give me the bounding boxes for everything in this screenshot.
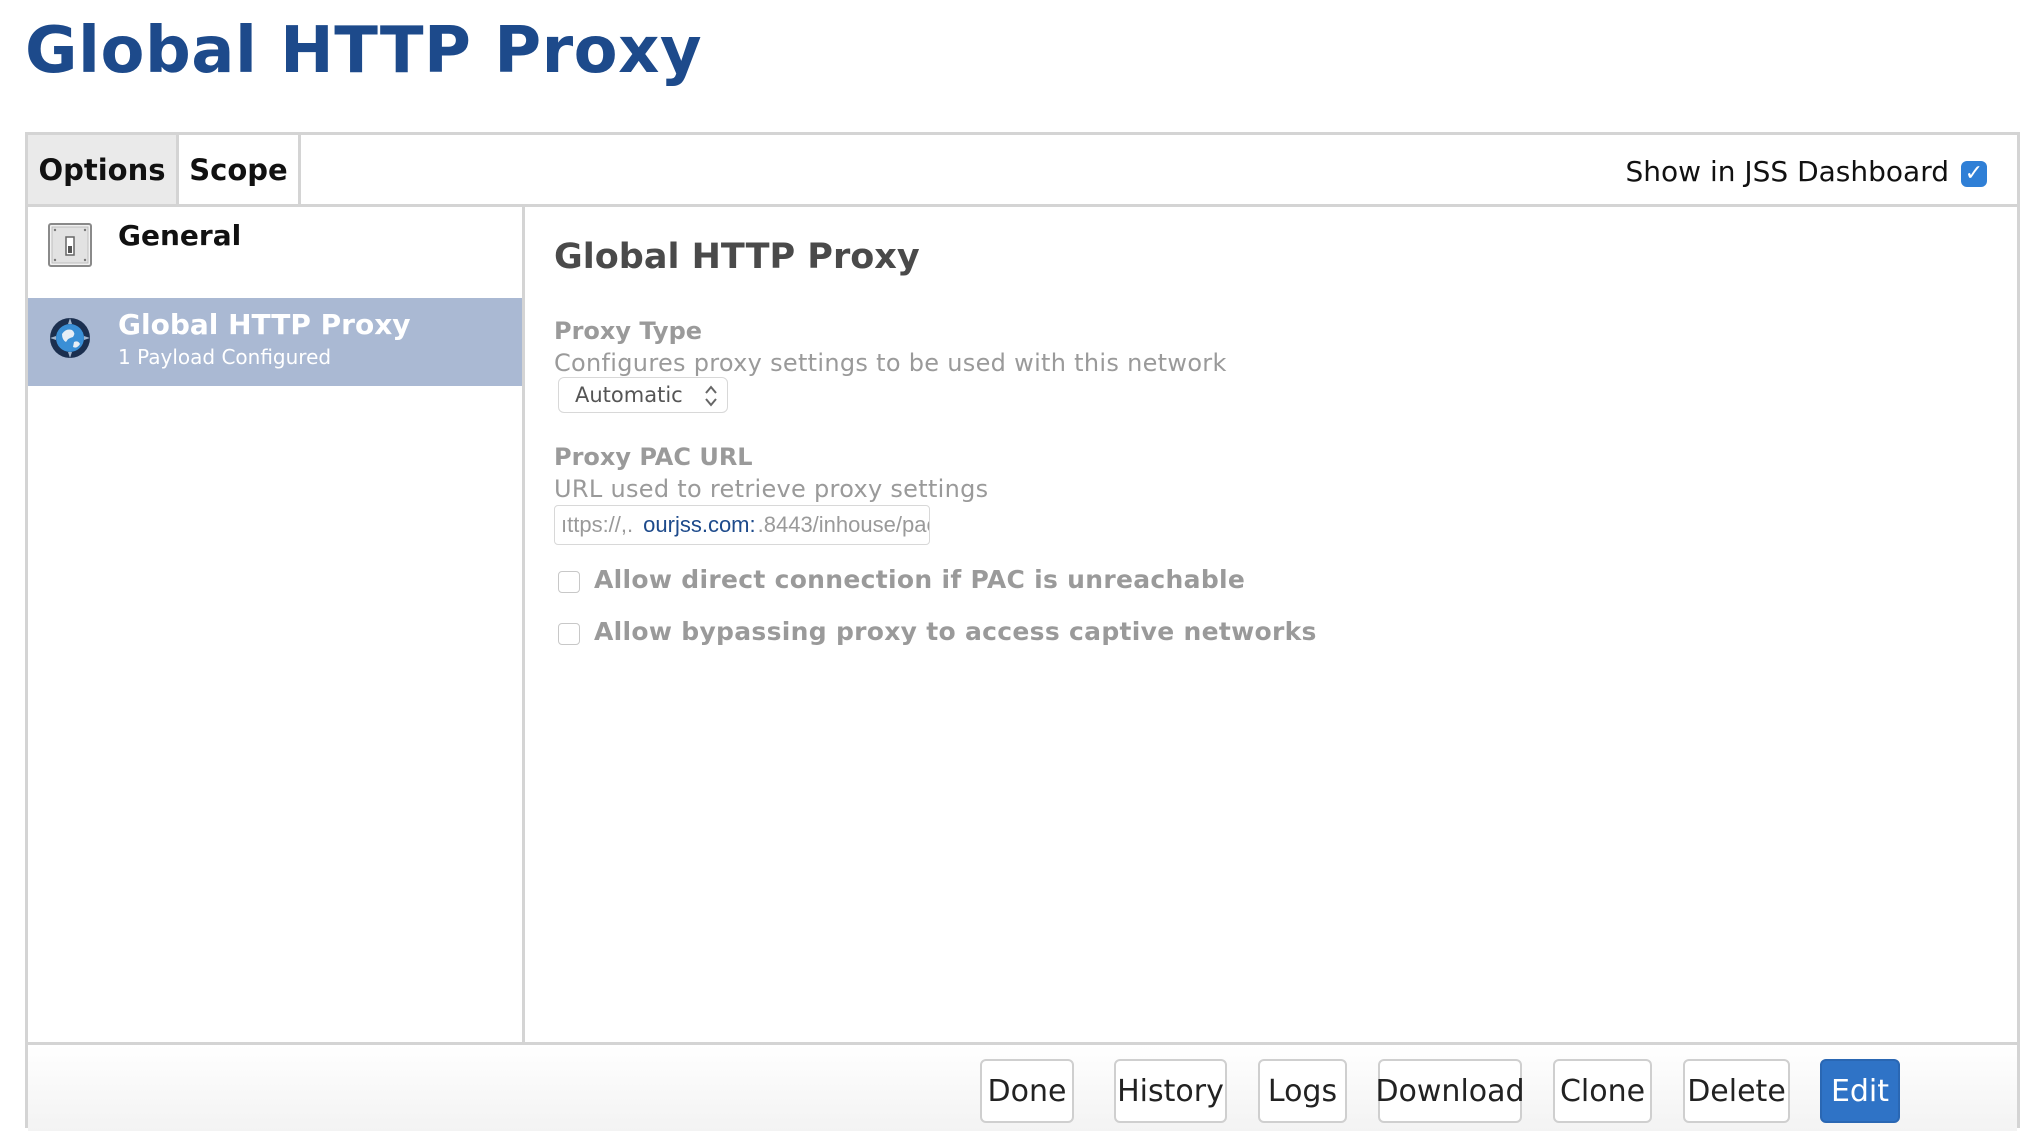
page-title: Global HTTP Proxy (25, 14, 703, 88)
payload-heading: Global HTTP Proxy (554, 237, 920, 277)
url-value-end: .8443/inhouse/pac.js (757, 512, 929, 537)
tab-bar: Options Scope Show in JSS Dashboard ✓ (28, 135, 2017, 207)
switch-icon (48, 223, 92, 267)
show-in-dashboard-label: Show in JSS Dashboard (1625, 155, 1950, 188)
proxy-pac-url-description: URL used to retrieve proxy settings (554, 475, 989, 503)
delete-button[interactable]: Delete (1683, 1059, 1790, 1123)
clone-button[interactable]: Clone (1553, 1059, 1652, 1123)
payload-content: Global HTTP Proxy Proxy Type Configures … (525, 207, 2017, 1042)
show-in-dashboard-checkbox[interactable]: ✓ (1961, 161, 1987, 187)
allow-bypass-label: Allow bypassing proxy to access captive … (594, 617, 1317, 646)
allow-direct-connection-label: Allow direct connection if PAC is unreac… (594, 565, 1246, 594)
url-value-middle: ourjss.com: (641, 512, 758, 538)
up-down-chevron-icon (705, 385, 717, 407)
done-button[interactable]: Done (980, 1059, 1074, 1123)
proxy-type-description: Configures proxy settings to be used wit… (554, 349, 1227, 377)
allow-bypass-row[interactable]: Allow bypassing proxy to access captive … (558, 617, 1317, 646)
payload-sidebar: General Global HTTP Proxy 1 Payload Conf… (28, 207, 525, 1042)
proxy-type-select[interactable]: Automatic (558, 377, 728, 413)
edit-button[interactable]: Edit (1820, 1059, 1900, 1123)
url-value-start: ıttps://,. (561, 512, 634, 537)
sidebar-item-subtitle: 1 Payload Configured (118, 345, 332, 369)
history-button[interactable]: History (1114, 1059, 1227, 1123)
sidebar-item-global-http-proxy[interactable]: Global HTTP Proxy 1 Payload Configured (28, 298, 522, 386)
proxy-type-value: Automatic (575, 383, 683, 407)
action-bar: Done History Logs Download Clone Delete … (28, 1042, 2017, 1131)
allow-direct-connection-checkbox[interactable] (558, 570, 580, 593)
proxy-type-label: Proxy Type (554, 317, 703, 345)
allow-bypass-checkbox[interactable] (558, 622, 580, 645)
allow-direct-connection-row[interactable]: Allow direct connection if PAC is unreac… (558, 565, 1245, 594)
tab-scope[interactable]: Scope (179, 135, 301, 204)
globe-icon (50, 318, 90, 358)
sidebar-item-general[interactable]: General (28, 207, 522, 295)
profile-panel: Options Scope Show in JSS Dashboard ✓ Ge… (25, 132, 2020, 1131)
logs-button[interactable]: Logs (1258, 1059, 1347, 1123)
tab-options[interactable]: Options (28, 135, 179, 204)
download-button[interactable]: Download (1375, 1059, 1525, 1123)
proxy-pac-url-label: Proxy PAC URL (554, 443, 753, 471)
proxy-pac-url-input[interactable]: ıttps://,. ourjss.com: .8443/inhouse/pac… (554, 505, 930, 545)
sidebar-item-label: Global HTTP Proxy (118, 308, 411, 341)
sidebar-item-label: General (118, 219, 242, 252)
